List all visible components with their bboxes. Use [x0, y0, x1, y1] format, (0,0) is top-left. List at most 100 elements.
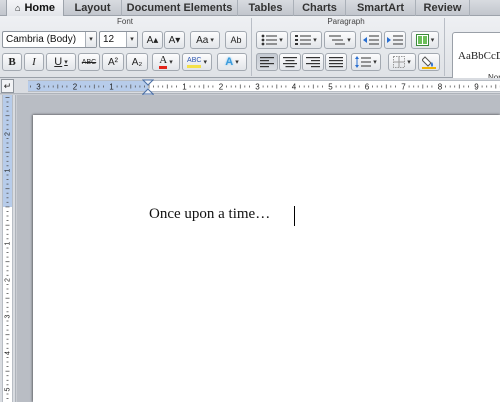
tab-document-elements[interactable]: Document Elements: [122, 0, 238, 16]
align-center-icon: [283, 56, 297, 67]
ruler-tick: [276, 84, 278, 89]
line-spacing-icon: [355, 56, 372, 68]
vruler-tick: [6, 284, 9, 285]
tab-home[interactable]: ⌂ Home: [6, 0, 64, 16]
horizontal-ruler[interactable]: 3 2 1 1 2 3 4 5 6 7 8 9: [28, 80, 500, 92]
decrease-indent-icon: [363, 35, 379, 45]
horizontal-ruler-bar: ↵ 3 2 1 1 2 3 4 5 6 7 8 9: [0, 78, 500, 94]
chevron-down-icon: ▾: [430, 37, 435, 44]
tab-tables[interactable]: Tables: [238, 0, 294, 16]
ruler-tick: [445, 85, 446, 88]
clear-formatting-button[interactable]: Ab: [225, 31, 247, 49]
bullets-button[interactable]: ▾: [256, 31, 288, 49]
vruler-number: 1: [4, 241, 11, 245]
ruler-tick: [239, 84, 241, 89]
numbered-list-icon: [295, 35, 312, 45]
chevron-down-icon[interactable]: ▾: [126, 32, 137, 47]
vruler-tick: [6, 220, 9, 221]
numbering-button[interactable]: ▾: [290, 31, 322, 49]
line-spacing-button[interactable]: ▾: [351, 53, 381, 71]
tab-review[interactable]: Review: [416, 0, 470, 16]
vruler-tick: [6, 265, 9, 267]
underline-button[interactable]: U ▾: [46, 53, 76, 71]
ruler-tick: [303, 85, 305, 88]
tab-document-elements-label: Document Elements: [126, 2, 233, 14]
subscript-button[interactable]: A₂: [126, 53, 148, 71]
vruler-tick: [6, 361, 9, 363]
ruler-tick: [486, 85, 488, 88]
superscript-button[interactable]: A²: [102, 53, 124, 71]
tab-stop-selector[interactable]: ↵: [1, 79, 14, 93]
vruler-tick: [6, 274, 9, 276]
columns-button[interactable]: ▾: [411, 31, 439, 49]
vruler-tick: [6, 293, 9, 294]
tab-layout-label: Layout: [74, 2, 111, 14]
borders-button[interactable]: ▾: [388, 53, 416, 71]
align-center-button[interactable]: [279, 53, 301, 71]
font-name-select[interactable]: Cambria (Body) ▾: [2, 31, 97, 48]
tab-smartart[interactable]: SmartArt: [346, 0, 416, 16]
decrease-indent-button[interactable]: [360, 31, 382, 49]
vruler-tick: [6, 357, 9, 358]
multilevel-list-icon: [329, 35, 346, 45]
grow-font-button[interactable]: A▴: [142, 31, 163, 49]
align-right-button[interactable]: [302, 53, 324, 71]
font-size-select[interactable]: 12 ▾: [99, 31, 138, 48]
highlight-button[interactable]: ABC ▾: [182, 53, 212, 71]
ruler-tick: [66, 85, 68, 88]
align-left-button[interactable]: [256, 53, 278, 71]
justify-button[interactable]: [325, 53, 347, 71]
vertical-ruler[interactable]: 2 1 1 2 3 4 5: [2, 95, 13, 402]
chevron-down-icon[interactable]: ▾: [85, 32, 96, 47]
ruler-tick: [449, 85, 451, 88]
ruler-tick: [48, 85, 50, 88]
ruler-number: 4: [292, 83, 297, 92]
ruler-tick: [80, 85, 81, 88]
vruler-tick: [6, 179, 9, 180]
increase-indent-button[interactable]: [384, 31, 406, 49]
strikethrough-button[interactable]: ABC: [78, 53, 100, 71]
vruler-tick: [6, 128, 9, 130]
tab-layout[interactable]: Layout: [64, 0, 122, 16]
ribbon-home: Font Paragraph Cambria (Body) ▾ 12 ▾ A▴ …: [0, 16, 500, 86]
chevron-down-icon: ▾: [407, 59, 411, 66]
vruler-tick: [6, 375, 9, 377]
ruler-tick: [84, 85, 86, 88]
bold-button[interactable]: B: [2, 53, 22, 71]
ruler-tick: [134, 85, 136, 88]
multilevel-list-button[interactable]: ▾: [324, 31, 356, 49]
ruler-tick: [176, 85, 177, 88]
ruler-tick: [353, 85, 355, 88]
chevron-down-icon: ▾: [313, 37, 317, 44]
tab-charts-label: Charts: [302, 2, 337, 14]
document-page[interactable]: Once upon a time…: [33, 115, 500, 402]
vruler-tick: [6, 138, 9, 139]
font-size-value: 12: [103, 34, 115, 45]
vruler-tick: [6, 302, 9, 304]
tab-charts[interactable]: Charts: [294, 0, 346, 16]
vruler-tick: [6, 124, 9, 126]
vruler-tick: [6, 233, 9, 235]
ruler-number: 2: [73, 83, 78, 92]
vruler-number: 1: [4, 168, 11, 172]
ruler-tick: [458, 84, 460, 89]
vruler-tick: [6, 110, 9, 112]
vruler-number: 4: [4, 351, 11, 355]
ruler-tick: [116, 85, 118, 88]
chevron-down-icon: ▾: [235, 59, 239, 66]
ruler-tick: [89, 85, 91, 88]
font-color-button[interactable]: A ▾: [152, 53, 180, 71]
vruler-tick: [6, 160, 9, 162]
document-body-text[interactable]: Once upon a time…: [149, 206, 270, 223]
ruler-number: 2: [219, 83, 224, 92]
ruler-number: 3: [255, 83, 260, 92]
vruler-tick: [6, 215, 9, 217]
ruler-tick: [490, 85, 492, 88]
text-effects-button[interactable]: A ▾: [217, 53, 247, 71]
ruler-tick: [385, 84, 387, 89]
change-case-button[interactable]: Aa ▾: [190, 31, 220, 49]
shading-button[interactable]: [418, 53, 440, 71]
italic-button[interactable]: I: [24, 53, 44, 71]
vruler-tick: [6, 398, 9, 399]
shrink-font-button[interactable]: A▾: [164, 31, 185, 49]
